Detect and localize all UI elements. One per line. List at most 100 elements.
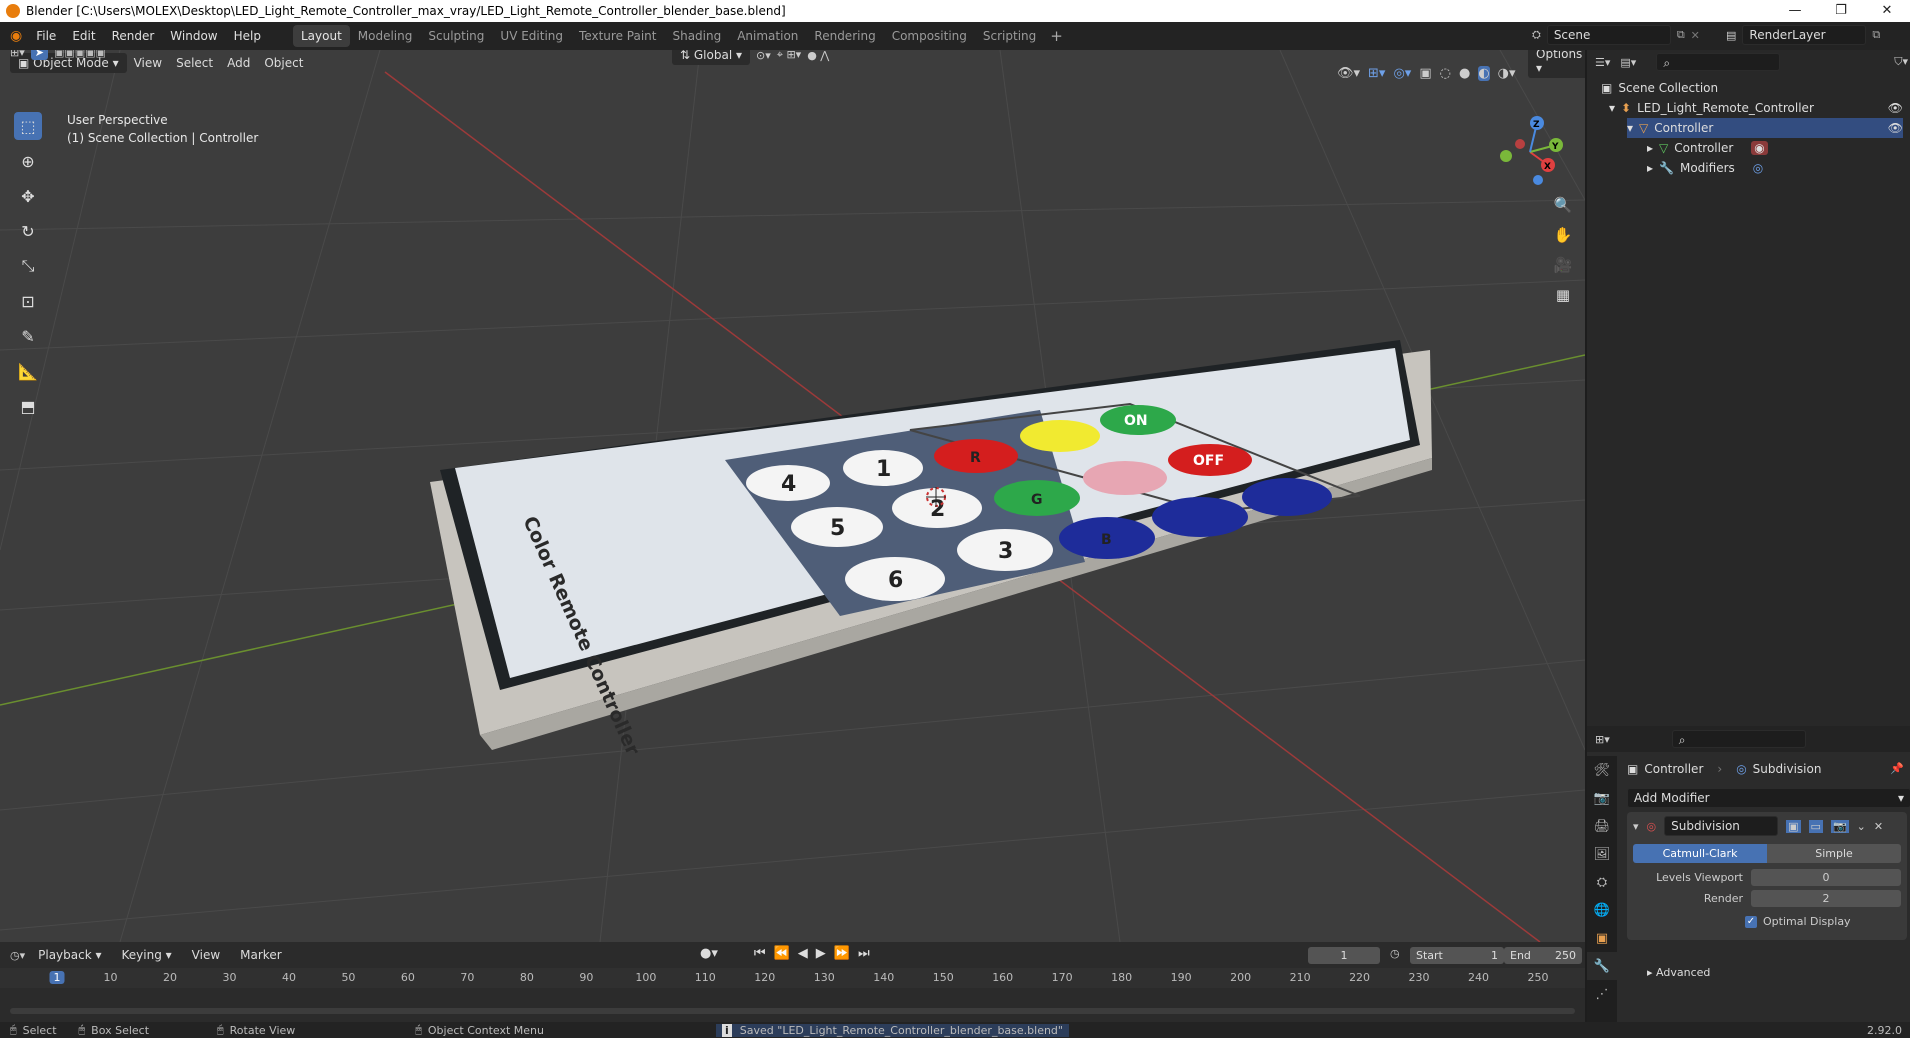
properties-editor-icon[interactable]: ⊞▾ bbox=[1595, 733, 1610, 746]
tab-uv-editing[interactable]: UV Editing bbox=[492, 25, 571, 47]
current-frame-field[interactable]: 1 bbox=[1308, 947, 1380, 964]
menu-file[interactable]: File bbox=[28, 29, 64, 43]
cursor-tool-icon[interactable]: ⊕ bbox=[14, 147, 42, 175]
options-dropdown[interactable]: Options ▾ bbox=[1528, 50, 1585, 78]
selection-mode-icons[interactable]: ▣▣▣▣▣ bbox=[54, 50, 106, 59]
material-shading-icon[interactable]: ◐ bbox=[1478, 66, 1490, 81]
transform-orientation-dropdown[interactable]: ⇅ Global ▾ bbox=[672, 50, 750, 65]
frame-ruler[interactable]: 1 10 20 30 40 50 60 70 80 90 100 110 120 130 140 150 160… bbox=[0, 968, 1585, 988]
pan-hand-icon[interactable]: ✋ bbox=[1550, 222, 1576, 248]
select-tool-icon[interactable]: ➤ bbox=[30, 50, 48, 60]
play-icon[interactable]: ▶ bbox=[816, 946, 826, 961]
playhead-marker[interactable]: 1 bbox=[49, 971, 65, 984]
optimal-display-checkbox[interactable]: ✓ bbox=[1745, 915, 1757, 928]
modifier-dropdown-icon[interactable]: ⌄ bbox=[1857, 820, 1866, 833]
expand-arrow-icon[interactable]: ▸ bbox=[1647, 141, 1653, 155]
menu-window[interactable]: Window bbox=[162, 29, 225, 43]
zoom-icon[interactable]: 🔍 bbox=[1550, 192, 1576, 218]
tab-compositing[interactable]: Compositing bbox=[884, 25, 975, 47]
scale-tool-icon[interactable]: ⤡ bbox=[14, 252, 42, 280]
outliner-editor-icon[interactable]: ☰▾ bbox=[1595, 56, 1610, 69]
rotate-tool-icon[interactable]: ↻ bbox=[14, 217, 42, 245]
tool-tab-icon[interactable]: 🛠 bbox=[1587, 756, 1617, 784]
tab-texture-paint[interactable]: Texture Paint bbox=[571, 25, 664, 47]
modifier-icon[interactable]: ◎ bbox=[1753, 161, 1763, 175]
render-toggle-icon[interactable]: 📷 bbox=[1830, 819, 1849, 833]
scene-icon[interactable]: ⛭ bbox=[1532, 28, 1541, 42]
particles-tab-icon[interactable]: ⋰ bbox=[1587, 980, 1617, 1008]
outliner-row-collection[interactable]: ▾ ⬍ LED_Light_Remote_Controller 👁 bbox=[1609, 98, 1903, 118]
navigation-gizmo[interactable]: X Y Z bbox=[1490, 112, 1570, 192]
outliner-row-modifiers[interactable]: ▸ 🔧 Modifiers ◎ bbox=[1647, 158, 1763, 178]
tab-modeling[interactable]: Modeling bbox=[350, 25, 421, 47]
pivot-icon[interactable]: ⊙▾ bbox=[756, 50, 771, 62]
3d-viewport[interactable]: 1 2 3 4 5 6 ON OFF R G B Color Remote Co… bbox=[0, 50, 1585, 942]
edit-mode-toggle-icon[interactable]: ▣ bbox=[1786, 819, 1801, 833]
collapse-arrow-icon[interactable]: ▾ bbox=[1633, 820, 1639, 833]
add-cube-tool-icon[interactable]: ⬒ bbox=[14, 392, 42, 420]
maximize-button[interactable]: ❐ bbox=[1818, 0, 1864, 22]
viewport-toggle-icon[interactable]: ▭ bbox=[1808, 819, 1823, 833]
new-layer-icon[interactable]: ⧉ bbox=[1872, 28, 1880, 42]
rendered-shading-icon[interactable]: ◑▾ bbox=[1498, 66, 1516, 81]
tab-sculpting[interactable]: Sculpting bbox=[420, 25, 492, 47]
expand-arrow-icon[interactable]: ▾ bbox=[1609, 101, 1615, 115]
modifier-name-field[interactable]: Subdivision bbox=[1664, 816, 1779, 836]
visibility-icon[interactable]: 👁▾ bbox=[1337, 66, 1360, 81]
outliner-row-controller[interactable]: ▾ ▽ Controller 👁 bbox=[1627, 118, 1903, 138]
render-layer-icon[interactable]: ▤ bbox=[1726, 29, 1736, 42]
render-tab-icon[interactable]: 📷 bbox=[1587, 784, 1617, 812]
simple-button[interactable]: Simple bbox=[1767, 844, 1901, 863]
timeline-editor-icon[interactable]: ◷▾ bbox=[10, 949, 25, 962]
tab-rendering[interactable]: Rendering bbox=[806, 25, 883, 47]
menu-render[interactable]: Render bbox=[104, 29, 163, 43]
solid-shading-icon[interactable]: ● bbox=[1459, 66, 1470, 81]
scene-field[interactable]: Scene bbox=[1546, 25, 1671, 45]
menu-select[interactable]: Select bbox=[169, 53, 220, 73]
jump-end-icon[interactable]: ⏭ bbox=[858, 946, 870, 961]
menu-view[interactable]: View bbox=[185, 945, 227, 965]
display-mode-icon[interactable]: ▤▾ bbox=[1620, 56, 1636, 69]
scene-tab-icon[interactable]: ⛭ bbox=[1587, 868, 1617, 896]
menu-playback[interactable]: Playback ▾ bbox=[31, 945, 108, 965]
preview-range-icon[interactable]: ◷ bbox=[1390, 947, 1400, 960]
add-workspace-icon[interactable]: + bbox=[1050, 27, 1063, 45]
add-modifier-dropdown[interactable]: Add Modifier ▾ bbox=[1627, 788, 1910, 808]
wireframe-shading-icon[interactable]: ◌ bbox=[1440, 66, 1451, 81]
tab-shading[interactable]: Shading bbox=[664, 25, 729, 47]
view-layer-tab-icon[interactable]: 🖼 bbox=[1587, 840, 1617, 868]
auto-keying-icon[interactable]: ●▾ bbox=[700, 946, 718, 961]
transform-tool-icon[interactable]: ⊡ bbox=[14, 287, 42, 315]
outliner-search-input[interactable]: ⌕ bbox=[1656, 53, 1781, 71]
overlay-toggle-icon[interactable]: ◎▾ bbox=[1393, 66, 1411, 81]
jump-next-key-icon[interactable]: ⏩ bbox=[834, 946, 850, 961]
visibility-eye-icon[interactable]: 👁 bbox=[1888, 121, 1903, 135]
tab-scripting[interactable]: Scripting bbox=[975, 25, 1044, 47]
properties-search-input[interactable]: ⌕ bbox=[1671, 730, 1806, 748]
jump-prev-key-icon[interactable]: ⏪ bbox=[774, 946, 790, 961]
outliner-row-mesh[interactable]: ▸ ▽ Controller ◉ bbox=[1647, 138, 1768, 158]
pin-icon[interactable]: 📌 bbox=[1890, 762, 1904, 775]
expand-arrow-icon[interactable]: ▸ bbox=[1647, 161, 1653, 175]
catmull-clark-button[interactable]: Catmull-Clark bbox=[1633, 844, 1767, 863]
menu-keying[interactable]: Keying ▾ bbox=[115, 945, 179, 965]
blender-menu-icon[interactable]: ◉ bbox=[10, 28, 22, 44]
end-frame-field[interactable]: End 250 bbox=[1504, 947, 1582, 964]
jump-start-icon[interactable]: ⏮ bbox=[754, 946, 766, 961]
world-tab-icon[interactable]: 🌐 bbox=[1587, 896, 1617, 924]
tab-animation[interactable]: Animation bbox=[729, 25, 806, 47]
camera-view-icon[interactable]: 🎥 bbox=[1550, 252, 1576, 278]
start-frame-field[interactable]: Start 1 bbox=[1410, 947, 1504, 964]
output-tab-icon[interactable]: 🖨 bbox=[1587, 812, 1617, 840]
levels-viewport-field[interactable]: 0 bbox=[1751, 869, 1901, 886]
menu-edit[interactable]: Edit bbox=[64, 29, 103, 43]
tab-layout[interactable]: Layout bbox=[292, 25, 350, 47]
menu-marker[interactable]: Marker bbox=[233, 945, 288, 965]
delete-modifier-icon[interactable]: ✕ bbox=[1874, 820, 1883, 833]
gizmo-toggle-icon[interactable]: ⊞▾ bbox=[1368, 66, 1385, 81]
snap-icon[interactable]: ⌖ ⊞▾ bbox=[777, 50, 801, 62]
measure-tool-icon[interactable]: 📐 bbox=[14, 357, 42, 385]
render-layer-field[interactable]: RenderLayer bbox=[1742, 25, 1867, 45]
advanced-subpanel[interactable]: ▸ Advanced bbox=[1647, 966, 1710, 979]
expand-arrow-icon[interactable]: ▾ bbox=[1627, 121, 1633, 135]
